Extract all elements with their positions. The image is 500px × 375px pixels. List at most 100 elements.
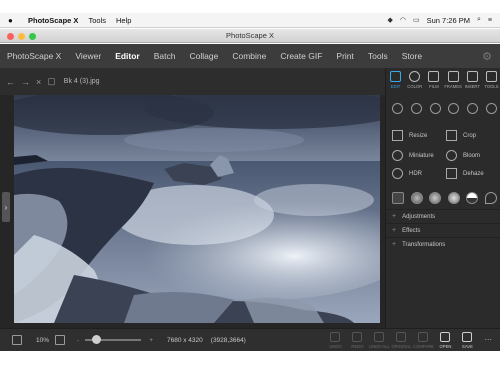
bottom-toolbar: 10% - + 7680 x 4320 (3928,3664) UNDO RED… bbox=[0, 328, 500, 351]
menu-app-name[interactable]: PhotoScape X bbox=[28, 16, 78, 25]
dehaze-button[interactable]: Dehaze bbox=[446, 168, 484, 179]
back-arrow-icon[interactable]: ← bbox=[6, 77, 15, 87]
tab-frames[interactable]: FRAMES bbox=[444, 71, 463, 95]
image-canvas[interactable] bbox=[0, 95, 385, 328]
undo-button[interactable]: UNDO bbox=[324, 331, 346, 349]
undo-all-icon bbox=[374, 331, 385, 342]
save-icon bbox=[462, 331, 473, 342]
crop-button[interactable]: Crop bbox=[446, 130, 476, 141]
tab-print[interactable]: Print bbox=[329, 44, 360, 68]
straighten-icon[interactable] bbox=[485, 103, 497, 114]
rotate-free-icon[interactable] bbox=[429, 103, 441, 114]
filter-swatch-2[interactable] bbox=[429, 192, 442, 204]
filter-swatch-1[interactable] bbox=[410, 192, 423, 204]
open-icon bbox=[440, 331, 451, 342]
menu-tools[interactable]: Tools bbox=[88, 16, 106, 25]
zoom-out-button[interactable]: - bbox=[77, 337, 79, 344]
section-transformations-label: Transformations bbox=[402, 241, 446, 248]
menu-help[interactable]: Help bbox=[116, 16, 131, 25]
battery-icon[interactable]: ▭ bbox=[413, 16, 420, 24]
color-icon bbox=[409, 71, 421, 82]
image-dimensions: 7680 x 4320 bbox=[166, 336, 203, 344]
flip-vertical-icon[interactable] bbox=[467, 103, 479, 114]
section-effects[interactable]: + Effects bbox=[386, 223, 500, 237]
apple-menu-icon[interactable]: ● bbox=[8, 16, 18, 25]
section-adjustments-label: Adjustments bbox=[402, 213, 436, 220]
dropbox-icon[interactable]: ◆ bbox=[388, 16, 393, 24]
rotate-left-icon[interactable] bbox=[392, 103, 403, 114]
tab-create-gif[interactable]: Create GIF bbox=[273, 44, 329, 68]
tab-tools-panel[interactable]: TOOLS bbox=[482, 71, 500, 95]
tab-combine[interactable]: Combine bbox=[225, 44, 273, 68]
compare-button[interactable]: COMPARE bbox=[412, 331, 434, 349]
close-file-icon[interactable]: × bbox=[36, 77, 41, 87]
tab-edit[interactable]: EDIT bbox=[386, 71, 405, 95]
close-window-button[interactable] bbox=[7, 33, 14, 40]
menu-clock[interactable]: Sun 7:26 PM bbox=[427, 16, 470, 25]
bloom-button[interactable]: Bloom bbox=[446, 150, 480, 161]
section-adjustments[interactable]: + Adjustments bbox=[386, 209, 500, 223]
undo-all-label: UNDO ALL bbox=[369, 343, 390, 349]
zoom-window-button[interactable] bbox=[29, 33, 36, 40]
resize-button[interactable]: Resize bbox=[392, 130, 427, 141]
more-menu-icon[interactable]: ... bbox=[484, 332, 492, 349]
dehaze-icon bbox=[446, 168, 457, 179]
flip-horizontal-icon[interactable] bbox=[448, 103, 460, 114]
hdr-button[interactable]: HDR bbox=[392, 168, 422, 179]
save-button[interactable]: SAVE bbox=[456, 331, 478, 349]
photo-preview[interactable] bbox=[14, 95, 380, 323]
folder-icon[interactable]: ▢ bbox=[47, 76, 56, 87]
tools-icon bbox=[485, 71, 497, 82]
zoom-slider-knob[interactable] bbox=[92, 335, 102, 344]
quick-filter-row bbox=[392, 192, 497, 204]
compare-label: COMPARE bbox=[413, 343, 434, 349]
tab-collage[interactable]: Collage bbox=[183, 44, 226, 68]
toggle-panel-icon[interactable] bbox=[12, 335, 22, 345]
forward-arrow-icon[interactable]: → bbox=[21, 77, 30, 87]
main-nav: PhotoScape X Viewer Editor Batch Collage… bbox=[0, 44, 500, 68]
tab-photoscape-x[interactable]: PhotoScape X bbox=[0, 44, 68, 68]
expand-icon: + bbox=[392, 241, 397, 248]
grid-filter-icon[interactable] bbox=[392, 192, 404, 204]
cursor-coordinates: (3928,3664) bbox=[210, 336, 246, 344]
tab-batch[interactable]: Batch bbox=[147, 44, 183, 68]
miniature-button[interactable]: Miniature bbox=[392, 150, 434, 161]
tab-film[interactable]: FILM bbox=[424, 71, 443, 95]
tab-tools[interactable]: Tools bbox=[361, 44, 395, 68]
sidebar-toggle-handle[interactable]: › bbox=[2, 192, 10, 222]
filter-swatch-4[interactable] bbox=[466, 192, 479, 204]
zoom-slider[interactable] bbox=[85, 335, 142, 344]
tab-color-label: COLOR bbox=[407, 84, 423, 89]
original-button[interactable]: ORIGINAL bbox=[390, 331, 412, 349]
minimize-window-button[interactable] bbox=[18, 33, 25, 40]
tab-viewer[interactable]: Viewer bbox=[68, 44, 108, 68]
spotlight-icon[interactable]: ⌕ bbox=[477, 16, 481, 24]
fit-zoom-icon[interactable] bbox=[55, 335, 66, 345]
settings-gear-icon[interactable]: ⚙ bbox=[482, 50, 492, 63]
tab-store[interactable]: Store bbox=[395, 44, 429, 68]
tab-insert[interactable]: INSERT bbox=[463, 71, 482, 95]
frames-icon bbox=[447, 71, 459, 82]
window-controls bbox=[7, 33, 36, 40]
tab-edit-label: EDIT bbox=[390, 84, 401, 89]
tab-color[interactable]: COLOR bbox=[405, 71, 424, 95]
menu-extras: ◆ ◠ ▭ Sun 7:26 PM ⌕ ≡ bbox=[388, 16, 493, 25]
file-bar: ← → × ▢ Bk 4 (3).jpg bbox=[0, 68, 385, 95]
bloom-icon bbox=[446, 150, 457, 161]
tab-editor[interactable]: Editor bbox=[108, 44, 147, 68]
rotate-flip-row bbox=[392, 103, 497, 114]
zoom-in-button[interactable]: + bbox=[149, 337, 153, 344]
open-button[interactable]: OPEN bbox=[434, 331, 456, 349]
window-title: PhotoScape X bbox=[226, 31, 274, 40]
undo-all-button[interactable]: UNDO ALL bbox=[368, 331, 390, 349]
panel-tool-tabs: EDIT COLOR FILM FRAMES INSERT TOOLS bbox=[386, 71, 500, 95]
filter-swatch-3[interactable] bbox=[447, 192, 460, 204]
redo-button[interactable]: REDO bbox=[346, 331, 368, 349]
resize-icon bbox=[392, 130, 403, 141]
zoom-value[interactable]: 10% bbox=[36, 337, 49, 344]
drop-filter-icon[interactable] bbox=[484, 192, 497, 204]
rotate-right-icon[interactable] bbox=[410, 103, 422, 114]
notification-center-icon[interactable]: ≡ bbox=[488, 17, 492, 24]
wifi-icon[interactable]: ◠ bbox=[400, 16, 406, 24]
section-transformations[interactable]: + Transformations bbox=[386, 237, 500, 251]
